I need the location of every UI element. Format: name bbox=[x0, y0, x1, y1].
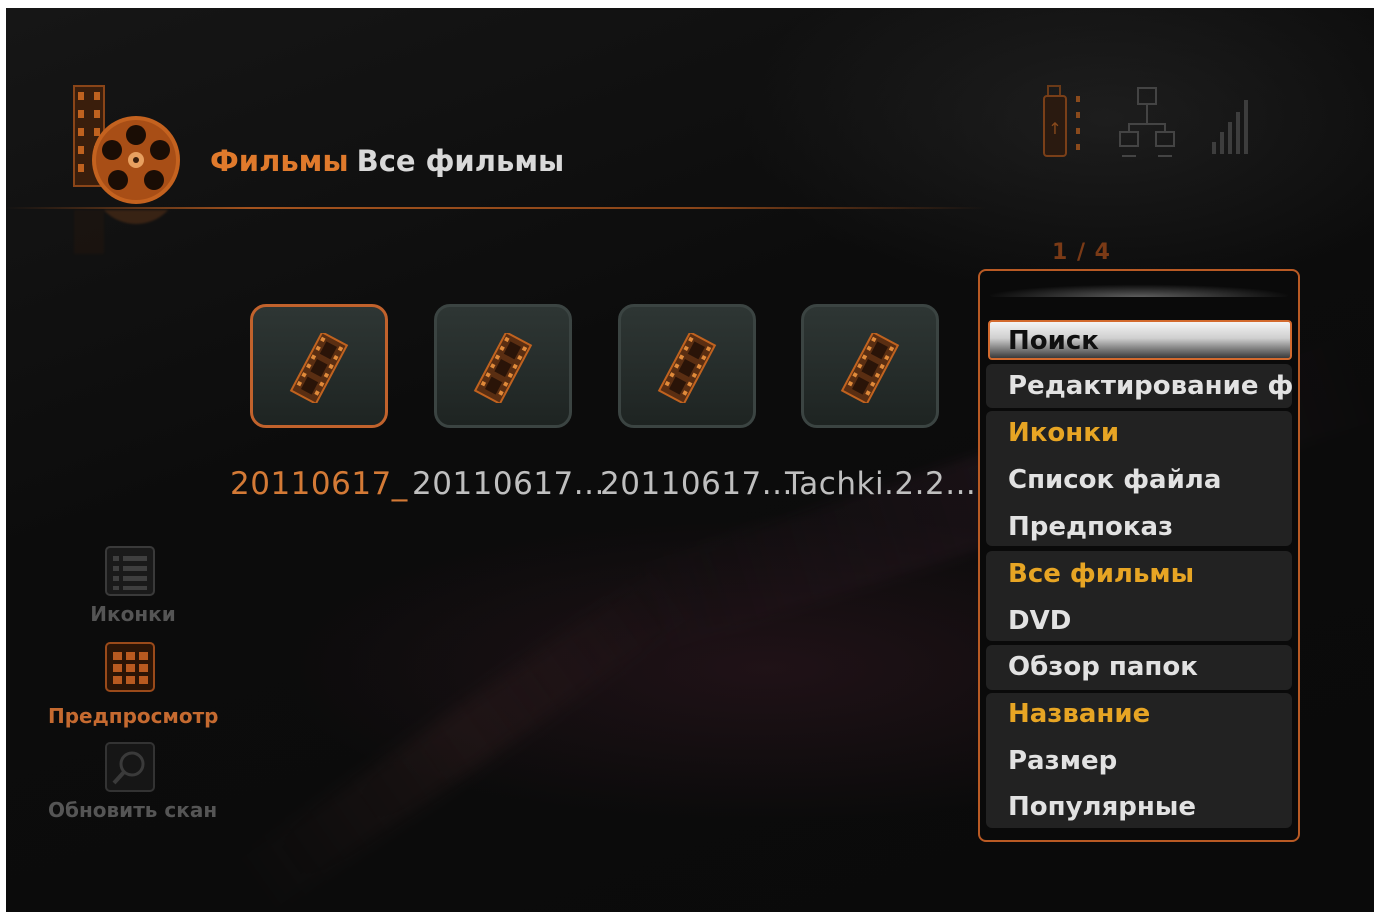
grid-view-icon[interactable] bbox=[105, 642, 155, 692]
menu-item-dvd[interactable]: DVD bbox=[986, 598, 1292, 644]
menu-item-file-list[interactable]: Список файла bbox=[986, 457, 1292, 503]
scan-icon[interactable] bbox=[105, 742, 155, 792]
usb-drive-icon: ↑ bbox=[1043, 85, 1080, 157]
signal-strength-icon bbox=[1212, 100, 1248, 154]
subsection-title: Все фильмы bbox=[356, 144, 565, 178]
menu-header-name: Название bbox=[1008, 699, 1151, 729]
thumbnail-label: 20110617... bbox=[412, 466, 605, 502]
thumbnail-label: 20110617... bbox=[600, 466, 793, 502]
menu-header-icons: Иконки bbox=[1008, 418, 1120, 448]
status-icons: ↑ bbox=[1042, 84, 1262, 174]
film-strip-icon bbox=[473, 333, 533, 403]
page-title: Фильмы Все фильмы bbox=[210, 144, 564, 178]
thumbnail-label: Tachki.2.2... bbox=[785, 466, 977, 502]
view-mode-label: Обновить сканирование bbox=[48, 798, 218, 822]
film-reel-reflection bbox=[70, 210, 190, 260]
media-player-screen: Фильмы Все фильмы ↑ 20110617_ 20110617..… bbox=[6, 8, 1374, 912]
film-strip-icon bbox=[840, 333, 900, 403]
menu-item-edit[interactable]: Редактирование ф bbox=[986, 363, 1292, 409]
background-light-sweep bbox=[235, 564, 697, 912]
menu-item-size[interactable]: Размер bbox=[986, 738, 1292, 784]
video-thumbnail[interactable] bbox=[801, 304, 939, 428]
film-strip-icon bbox=[289, 333, 349, 403]
view-mode-label: Предпросмотр bbox=[48, 704, 218, 728]
header-divider bbox=[6, 207, 986, 209]
network-icon bbox=[1119, 87, 1175, 157]
section-title: Фильмы bbox=[210, 144, 349, 178]
menu-item-search[interactable]: Поиск bbox=[988, 320, 1292, 360]
view-mode-label: Иконки bbox=[90, 602, 176, 626]
film-reel-icon bbox=[70, 80, 190, 210]
video-thumbnail[interactable] bbox=[250, 304, 388, 428]
film-strip-icon bbox=[657, 333, 717, 403]
video-thumbnail[interactable] bbox=[618, 304, 756, 428]
menu-header-all-movies: Все фильмы bbox=[1008, 559, 1195, 589]
menu-top-glow bbox=[988, 277, 1290, 297]
list-view-icon[interactable] bbox=[105, 546, 155, 596]
video-thumbnail[interactable] bbox=[434, 304, 572, 428]
menu-item-popular[interactable]: Популярные bbox=[986, 784, 1292, 830]
svg-text:↑: ↑ bbox=[1048, 119, 1061, 138]
options-menu: Поиск Редактирование ф Иконки Список фай… bbox=[978, 269, 1300, 842]
thumbnail-label: 20110617_ bbox=[230, 466, 408, 502]
menu-item-preview[interactable]: Предпоказ bbox=[986, 504, 1292, 550]
page-indicator: 1 / 4 bbox=[1052, 240, 1111, 265]
menu-item-browse-folders[interactable]: Обзор папок bbox=[986, 644, 1292, 690]
